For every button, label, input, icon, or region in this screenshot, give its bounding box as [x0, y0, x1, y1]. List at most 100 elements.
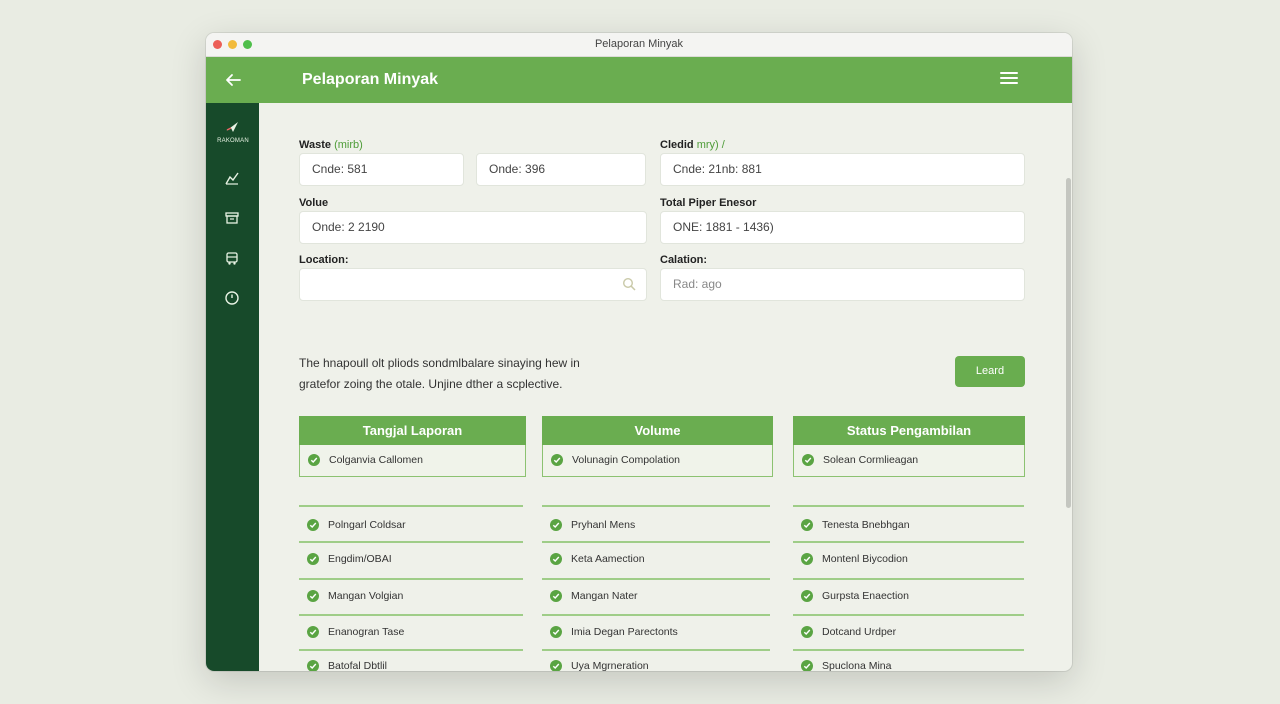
volume-label: Volue	[299, 197, 329, 209]
list-item[interactable]: Keta Aamection	[542, 549, 770, 569]
check-icon	[551, 454, 563, 466]
list-divider	[793, 578, 1024, 580]
description-text: The hnapoull olt pliods sondmlbalare sin…	[299, 353, 629, 395]
logo-icon[interactable]	[220, 115, 244, 139]
chart-icon[interactable]	[220, 166, 244, 190]
list-item[interactable]: Mangan Nater	[542, 586, 770, 606]
total-field[interactable]: ONE: 1881 - 1436)	[660, 211, 1025, 244]
check-icon	[308, 454, 320, 466]
list-item-text: Montenl Biycodion	[822, 553, 908, 565]
list-divider	[299, 505, 523, 507]
list-divider	[542, 614, 770, 616]
column-header-volume[interactable]: Volume	[542, 416, 773, 445]
list-item[interactable]: Pryhanl Mens	[542, 515, 770, 535]
list-item[interactable]: Engdim/OBAI	[299, 549, 523, 569]
truck-icon[interactable]	[220, 246, 244, 270]
hamburger-menu-icon[interactable]	[1000, 72, 1018, 86]
column-header-status[interactable]: Status Pengambilan	[793, 416, 1025, 445]
volume-field[interactable]: Onde: 2 2190	[299, 211, 647, 244]
description-line-1: The hnapoull olt pliods sondmlbalare sin…	[299, 356, 580, 370]
credit-field[interactable]: Cnde: 21nb: 881	[660, 153, 1025, 186]
check-icon	[801, 553, 813, 565]
load-button[interactable]: Leard	[955, 356, 1025, 387]
scrollbar[interactable]	[1064, 103, 1072, 671]
list-item-text: Colganvia Callomen	[329, 454, 423, 466]
window-title: Pelaporan Minyak	[594, 38, 684, 50]
list-item-text: Batofal Dbtlil	[328, 660, 387, 671]
list-item-text: Dotcand Urdper	[822, 626, 897, 638]
list-item-text: Mangan Volgian	[328, 590, 404, 602]
check-icon	[802, 454, 814, 466]
search-icon[interactable]	[622, 277, 636, 291]
check-icon	[307, 660, 319, 671]
check-icon	[801, 626, 813, 638]
check-icon	[307, 590, 319, 602]
column-first-row[interactable]: Colganvia Callomen	[299, 445, 526, 477]
logo-text: RAKOMAN	[217, 138, 249, 144]
list-divider	[542, 578, 770, 580]
clock-icon[interactable]	[220, 286, 244, 310]
list-item[interactable]: Mangan Volgian	[299, 586, 523, 606]
waste-label: Waste (mirb)	[299, 139, 363, 151]
list-divider	[793, 649, 1024, 651]
list-item[interactable]: Polngarl Coldsar	[299, 515, 523, 535]
list-divider	[793, 541, 1024, 543]
check-icon	[801, 660, 813, 671]
list-divider	[299, 541, 523, 543]
list-item-text: Enanogran Tase	[328, 626, 405, 638]
app-header: Pelaporan Minyak	[206, 57, 1072, 103]
list-divider	[299, 649, 523, 651]
page-title: Pelaporan Minyak	[302, 71, 439, 88]
list-divider	[542, 505, 770, 507]
list-item[interactable]: Gurpsta Enaection	[793, 586, 1024, 606]
list-divider	[542, 649, 770, 651]
calation-field[interactable]: Rad: ago	[660, 268, 1025, 301]
list-item-text: Tenesta Bnebhgan	[822, 519, 910, 531]
check-icon	[550, 660, 562, 671]
maximize-window-button[interactable]	[243, 40, 252, 49]
list-divider	[793, 614, 1024, 616]
list-item[interactable]: Uya Mgrneration	[542, 656, 770, 671]
total-label: Total Piper Enesor	[660, 197, 757, 209]
list-item-text: Keta Aamection	[571, 553, 645, 565]
list-item[interactable]: Spuclona Mina	[793, 656, 1024, 671]
scrollbar-thumb[interactable]	[1066, 178, 1071, 508]
close-window-button[interactable]	[213, 40, 222, 49]
list-divider	[299, 614, 523, 616]
list-item[interactable]: Batofal Dbtlil	[299, 656, 523, 671]
description-line-2: gratefor zoing the otale. Unjine dther a…	[299, 377, 563, 391]
arrow-left-icon[interactable]	[220, 67, 246, 93]
calation-label: Calation:	[660, 254, 708, 266]
box-icon[interactable]	[220, 206, 244, 230]
list-divider	[542, 541, 770, 543]
column-header-tanggal[interactable]: Tangjal Laporan	[299, 416, 526, 445]
list-divider	[793, 505, 1024, 507]
list-item-text: Spuclona Mina	[822, 660, 892, 671]
list-item-text: Polngarl Coldsar	[328, 519, 406, 531]
list-item-text: Uya Mgrneration	[571, 660, 649, 671]
list-item[interactable]: Montenl Biycodion	[793, 549, 1024, 569]
list-item[interactable]: Dotcand Urdper	[793, 622, 1024, 642]
list-item-text: Solean Cormlieagan	[823, 454, 919, 466]
list-item[interactable]: Tenesta Bnebhgan	[793, 515, 1024, 535]
waste-field-1[interactable]: Cnde: 581	[299, 153, 464, 186]
list-item-text: Mangan Nater	[571, 590, 638, 602]
column-first-row[interactable]: Volunagin Compolation	[542, 445, 773, 477]
minimize-window-button[interactable]	[228, 40, 237, 49]
credit-label: Cledid mry) /	[660, 139, 725, 151]
location-label: Location:	[299, 254, 349, 266]
location-search-input[interactable]	[299, 268, 647, 301]
check-icon	[801, 519, 813, 531]
list-item-text: Gurpsta Enaection	[822, 590, 909, 602]
list-item-text: Engdim/OBAI	[328, 553, 392, 565]
check-icon	[801, 590, 813, 602]
main-content: Waste (mirb) Cnde: 581 Onde: 396 Cledid …	[259, 103, 1072, 671]
waste-field-2[interactable]: Onde: 396	[476, 153, 646, 186]
check-icon	[550, 553, 562, 565]
list-item[interactable]: Imia Degan Parectonts	[542, 622, 770, 642]
list-item-text: Imia Degan Parectonts	[571, 626, 678, 638]
list-item[interactable]: Enanogran Tase	[299, 622, 523, 642]
window-titlebar: Pelaporan Minyak	[206, 33, 1072, 57]
column-first-row[interactable]: Solean Cormlieagan	[793, 445, 1025, 477]
sidebar: RAKOMAN	[206, 103, 259, 671]
